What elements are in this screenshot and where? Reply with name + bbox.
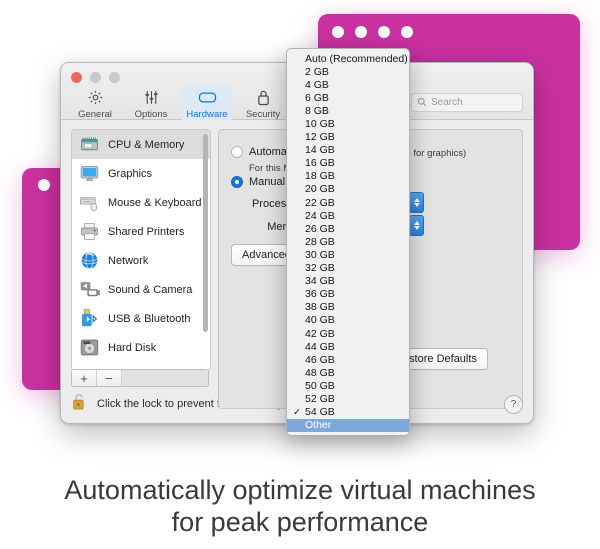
memory-option[interactable]: 28 GB [287, 235, 409, 248]
memory-option[interactable]: 40 GB [287, 314, 409, 327]
memory-option[interactable]: 48 GB [287, 366, 409, 379]
decorative-window-right-dots [332, 26, 413, 38]
memory-option[interactable]: 24 GB [287, 209, 409, 222]
keyboard-mouse-icon [79, 192, 100, 213]
decorative-dot [355, 26, 367, 38]
hardware-device-list-items: CPU & Memory Graphics [72, 130, 210, 362]
search-icon [417, 94, 427, 112]
memory-option[interactable]: 4 GB [287, 78, 409, 91]
sidebar-item-sound-camera-label: Sound & Camera [108, 284, 192, 296]
usb-bluetooth-icon [79, 308, 100, 329]
memory-option[interactable]: 18 GB [287, 170, 409, 183]
memory-option[interactable]: 14 GB [287, 144, 409, 157]
memory-option[interactable]: 8 GB [287, 104, 409, 117]
screenshot-root: "Windows 1’ General [0, 0, 600, 549]
open-padlock-icon[interactable] [71, 392, 88, 416]
memory-dropdown-items: Auto (Recommended)2 GB4 GB6 GB8 GB10 GB1… [287, 52, 409, 432]
sidebar-item-sound-camera[interactable]: Sound & Camera [72, 275, 210, 304]
sidebar-footer: + − [71, 369, 209, 387]
memory-option[interactable]: 30 GB [287, 248, 409, 261]
hardware-device-list: CPU & Memory Graphics [71, 129, 211, 371]
toolbar-item-options[interactable]: Options [125, 85, 177, 122]
decorative-dot [378, 26, 390, 38]
caption-line-2: for peak performance [0, 507, 600, 539]
sliders-icon [143, 87, 160, 107]
lock-icon [256, 87, 271, 107]
sidebar-item-usb-bluetooth-label: USB & Bluetooth [108, 313, 191, 325]
caption-line-1: Automatically optimize virtual machines [0, 475, 600, 507]
manual-label: Manual [249, 176, 285, 188]
memory-dropdown-menu[interactable]: Auto (Recommended)2 GB4 GB6 GB8 GB10 GB1… [286, 48, 410, 436]
printer-icon [79, 221, 100, 242]
sidebar-item-network[interactable]: Network [72, 246, 210, 275]
search-placeholder: Search [431, 97, 463, 108]
memory-option[interactable]: 54 GB [287, 406, 409, 419]
sidebar-item-shared-printers-label: Shared Printers [108, 226, 184, 238]
memory-option[interactable]: Other [287, 419, 409, 432]
automatic-radio[interactable] [231, 146, 243, 158]
memory-option[interactable]: 26 GB [287, 222, 409, 235]
sidebar-item-mouse-keyboard[interactable]: Mouse & Keyboard [72, 188, 210, 217]
cpu-memory-icon [79, 134, 100, 155]
gear-icon [87, 87, 104, 107]
sidebar-item-hard-disk-label: Hard Disk [108, 342, 156, 354]
help-button[interactable]: ? [504, 395, 523, 414]
sidebar-item-network-label: Network [108, 255, 148, 267]
toolbar-item-hardware[interactable]: Hardware [181, 85, 233, 122]
manual-radio[interactable] [231, 176, 243, 188]
caption: Automatically optimize virtual machines … [0, 475, 600, 539]
memory-option[interactable]: 42 GB [287, 327, 409, 340]
hard-disk-icon [79, 337, 100, 358]
memory-option[interactable]: 34 GB [287, 275, 409, 288]
memory-option[interactable]: 38 GB [287, 301, 409, 314]
memory-option[interactable]: 20 GB [287, 183, 409, 196]
memory-option[interactable]: 6 GB [287, 91, 409, 104]
sidebar-item-mouse-keyboard-label: Mouse & Keyboard [108, 197, 202, 209]
toolbar-item-security-label: Security [246, 109, 280, 120]
chip-icon [198, 87, 217, 107]
display-icon [79, 163, 100, 184]
memory-option[interactable]: 2 GB [287, 65, 409, 78]
sidebar-item-shared-printers[interactable]: Shared Printers [72, 217, 210, 246]
sidebar-item-graphics-label: Graphics [108, 168, 152, 180]
memory-option[interactable]: 32 GB [287, 262, 409, 275]
remove-device-button[interactable]: − [97, 370, 122, 386]
memory-option[interactable]: 52 GB [287, 392, 409, 405]
memory-option[interactable]: 10 GB [287, 117, 409, 130]
processors-stepper[interactable] [409, 192, 424, 213]
decorative-dot [332, 26, 344, 38]
toolbar-item-options-label: Options [135, 109, 168, 120]
toolbar-item-general[interactable]: General [69, 85, 121, 122]
sidebar-footer-filler [122, 370, 208, 386]
memory-option[interactable]: 22 GB [287, 196, 409, 209]
sidebar-item-cpu-memory-label: CPU & Memory [108, 139, 184, 151]
memory-stepper[interactable] [409, 215, 424, 236]
toolbar-item-general-label: General [78, 109, 112, 120]
decorative-dot [401, 26, 413, 38]
memory-option[interactable]: 50 GB [287, 379, 409, 392]
memory-option[interactable]: 16 GB [287, 157, 409, 170]
sidebar-item-hard-disk[interactable]: Hard Disk [72, 333, 210, 362]
add-device-button[interactable]: + [72, 370, 97, 386]
toolbar-item-security[interactable]: Security [237, 85, 289, 122]
decorative-dot [38, 179, 50, 191]
sound-camera-icon [79, 279, 100, 300]
manual-radio-row[interactable]: Manual [231, 176, 285, 188]
memory-option[interactable]: 44 GB [287, 340, 409, 353]
globe-icon [79, 250, 100, 271]
search-input[interactable]: Search [411, 93, 523, 112]
memory-option[interactable]: Auto (Recommended) [287, 52, 409, 65]
sidebar-item-graphics[interactable]: Graphics [72, 159, 210, 188]
toolbar-item-hardware-label: Hardware [186, 109, 227, 120]
sidebar-scrollbar[interactable] [203, 134, 208, 332]
memory-option[interactable]: 46 GB [287, 353, 409, 366]
sidebar-item-cpu-memory[interactable]: CPU & Memory [72, 130, 210, 159]
memory-option[interactable]: 12 GB [287, 131, 409, 144]
memory-option[interactable]: 36 GB [287, 288, 409, 301]
sidebar-item-usb-bluetooth[interactable]: USB & Bluetooth [72, 304, 210, 333]
